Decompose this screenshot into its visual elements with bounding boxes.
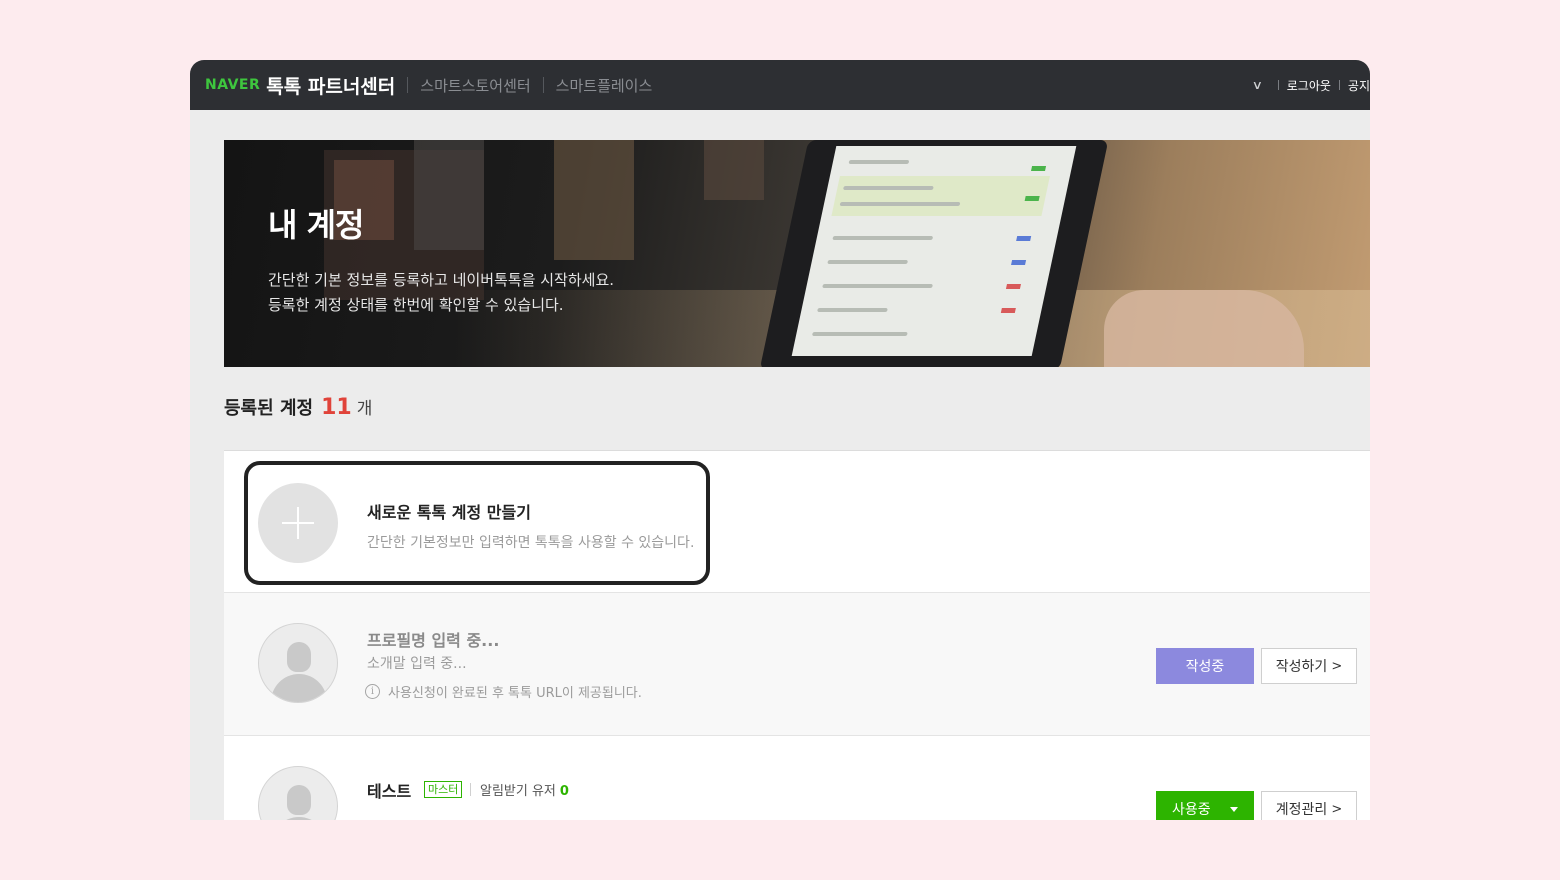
notice-link[interactable]: 공지: [1348, 77, 1370, 94]
highlight-outline: [244, 461, 710, 585]
screen-line: [811, 332, 908, 336]
screen-line: [832, 236, 934, 240]
user-silhouette-icon: [271, 817, 327, 820]
naver-logo[interactable]: NAVER: [205, 77, 260, 93]
user-silhouette-icon: [271, 674, 327, 702]
caret-down-icon: [1230, 807, 1238, 812]
screen-status-chip: [1005, 284, 1021, 289]
banner-photo-laptop-screen: [791, 146, 1077, 356]
nav-link-smartstore[interactable]: 스마트스토어센터: [420, 75, 530, 96]
banner-heading: 내 계정: [268, 206, 364, 244]
manage-account-button[interactable]: 계정관리 >: [1261, 791, 1357, 820]
write-button-label: 작성하기: [1275, 659, 1328, 675]
screen-status-chip: [1000, 308, 1016, 313]
top-navigation-bar: NAVER 톡톡 파트너센터 스마트스토어센터 스마트플레이스 ∨ 로그아웃 공…: [190, 60, 1370, 110]
hero-banner: 내 계정 간단한 기본 정보를 등록하고 네이버톡톡을 시작하세요. 등록한 계…: [224, 140, 1370, 367]
divider: [470, 783, 471, 796]
registered-unit: 개: [356, 399, 373, 419]
account-profile-name: 테스트: [367, 782, 412, 801]
status-badge-writing: 작성중: [1156, 648, 1254, 684]
registered-number: 11: [321, 395, 352, 420]
nav-divider: [542, 77, 544, 93]
avatar: [258, 623, 338, 703]
screen-line: [848, 160, 910, 164]
screen-status-chip: [1011, 260, 1027, 265]
status-dropdown-active[interactable]: 사용중: [1156, 791, 1254, 820]
account-intro: 소개말 입력 중...: [367, 656, 467, 672]
menu-divider: [1277, 80, 1279, 90]
chevron-right-icon: >: [1331, 801, 1343, 817]
alarm-users-count: 0: [559, 784, 569, 799]
screen-status-chip: [1024, 196, 1040, 201]
list-item-account: 프로필명 입력 중... 소개말 입력 중... i 사용신청이 완료된 후 톡…: [224, 593, 1370, 736]
write-button[interactable]: 작성하기 >: [1261, 648, 1357, 684]
avatar: [258, 766, 338, 820]
menu-divider: [1338, 80, 1340, 90]
alarm-users: 알림받기 유저 0: [480, 780, 569, 799]
manage-account-label: 계정관리: [1275, 802, 1328, 818]
chevron-right-icon: >: [1331, 658, 1343, 674]
list-item-new-account[interactable]: 새로운 톡톡 계정 만들기 간단한 기본정보만 입력하면 톡톡을 사용할 수 있…: [224, 451, 1370, 593]
banner-photo-hands: [1104, 290, 1304, 367]
info-icon: i: [365, 684, 380, 699]
screen-line: [827, 260, 909, 264]
logout-link[interactable]: 로그아웃: [1287, 77, 1331, 94]
banner-description: 간단한 기본 정보를 등록하고 네이버톡톡을 시작하세요. 등록한 계정 상태를…: [268, 268, 614, 318]
screen-line: [817, 308, 888, 312]
screen-line: [822, 284, 933, 288]
screen-line: [842, 186, 934, 190]
banner-description-line: 간단한 기본 정보를 등록하고 네이버톡톡을 시작하세요.: [268, 271, 615, 289]
screen-line: [839, 202, 961, 206]
account-notice-text: 사용신청이 완료된 후 톡톡 URL이 제공됩니다.: [388, 686, 642, 701]
nav-link-smartplace[interactable]: 스마트플레이스: [556, 75, 653, 96]
banner-photo-magazine: [704, 140, 764, 200]
user-silhouette-icon: [287, 785, 311, 815]
screen-highlight-row: [831, 176, 1050, 216]
list-item-account: 테스트 마스터 알림받기 유저 0 사용중 계정관리 >: [224, 736, 1370, 820]
alarm-users-label: 알림받기 유저: [480, 784, 556, 799]
registered-accounts-count: 등록된 계정 11 개: [224, 394, 372, 420]
user-silhouette-icon: [287, 642, 311, 672]
nav-divider: [407, 77, 409, 93]
user-menu: ∨ 로그아웃 공지: [1252, 60, 1370, 110]
role-badge: 마스터: [424, 781, 463, 798]
account-list: 새로운 톡톡 계정 만들기 간단한 기본정보만 입력하면 톡톡을 사용할 수 있…: [224, 450, 1370, 820]
registered-label: 등록된 계정: [224, 398, 314, 419]
banner-text: 내 계정 간단한 기본 정보를 등록하고 네이버톡톡을 시작하세요. 등록한 계…: [268, 200, 614, 318]
app-window: NAVER 톡톡 파트너센터 스마트스토어센터 스마트플레이스 ∨ 로그아웃 공…: [190, 60, 1370, 820]
status-dropdown-label: 사용중: [1172, 802, 1211, 818]
partner-center-title[interactable]: 톡톡 파트너센터: [266, 72, 395, 99]
screen-status-chip: [1016, 236, 1032, 241]
banner-description-line: 등록한 계정 상태를 한번에 확인할 수 있습니다.: [268, 296, 564, 314]
account-profile-name: 프로필명 입력 중...: [367, 631, 500, 650]
account-notice: i 사용신청이 완료된 후 톡톡 URL이 제공됩니다.: [365, 682, 642, 701]
screen-status-chip: [1031, 166, 1047, 171]
chevron-down-icon[interactable]: ∨: [1252, 78, 1263, 92]
